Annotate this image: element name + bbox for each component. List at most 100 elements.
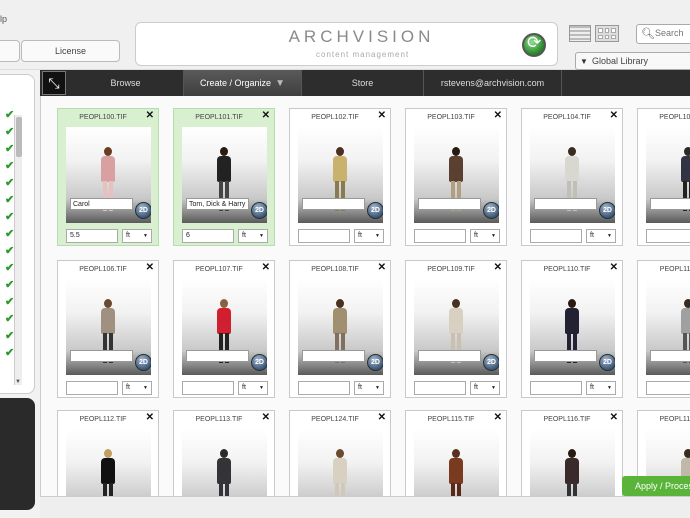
- asset-card[interactable]: PEOPL105.TIF ✕ 2D ft▼: [637, 108, 690, 246]
- asset-label-field[interactable]: [418, 198, 481, 210]
- close-icon[interactable]: ✕: [262, 262, 270, 273]
- size-input[interactable]: [530, 229, 582, 243]
- asset-card[interactable]: PEOPL100.TIF ✕ Carol 2D 5.5 ft ▼: [57, 108, 159, 246]
- asset-thumbnail[interactable]: 2D: [414, 127, 499, 223]
- scroll-down-icon[interactable]: ▼: [15, 379, 21, 385]
- size-input[interactable]: [182, 381, 234, 395]
- unit-select[interactable]: ft ▼: [354, 381, 384, 395]
- scrollbar-thumb[interactable]: [16, 117, 22, 157]
- asset-card[interactable]: PEOPL108.TIF ✕ 2D ft ▼: [289, 260, 391, 398]
- close-icon[interactable]: ✕: [378, 412, 386, 423]
- close-icon[interactable]: ✕: [610, 412, 618, 423]
- unit-select[interactable]: ft ▼: [470, 229, 500, 243]
- asset-card[interactable]: PEOPL111.TIF ✕ 2D ft▼: [637, 260, 690, 398]
- asset-card[interactable]: PEOPL115.TIF ✕: [405, 410, 507, 518]
- asset-card[interactable]: PEOPL102.TIF ✕ 2D ft ▼: [289, 108, 391, 246]
- close-icon[interactable]: ✕: [262, 412, 270, 423]
- 2d-badge-icon[interactable]: 2D: [251, 202, 267, 219]
- 2d-badge-icon[interactable]: 2D: [599, 354, 615, 371]
- 2d-badge-icon[interactable]: 2D: [367, 354, 383, 371]
- nav-account[interactable]: rstevens@archvision.com: [424, 70, 562, 96]
- unit-select[interactable]: ft ▼: [354, 229, 384, 243]
- asset-label-field[interactable]: [650, 198, 690, 210]
- asset-card[interactable]: PEOPL101.TIF ✕ Tom, Dick & Harry 2D 6 ft…: [173, 108, 275, 246]
- asset-thumbnail[interactable]: 2D: [530, 279, 615, 375]
- asset-card[interactable]: PEOPL110.TIF ✕ 2D ft ▼: [521, 260, 623, 398]
- asset-label-field[interactable]: [186, 350, 249, 362]
- asset-card[interactable]: PEOPL103.TIF ✕ 2D ft ▼: [405, 108, 507, 246]
- close-icon[interactable]: ✕: [378, 110, 386, 121]
- close-icon[interactable]: ✕: [262, 110, 270, 121]
- asset-card[interactable]: PEOPL116.TIF ✕: [521, 410, 623, 518]
- help-tab[interactable]: lp: [0, 14, 7, 24]
- unit-select[interactable]: ft ▼: [470, 381, 500, 395]
- close-icon[interactable]: ✕: [494, 262, 502, 273]
- asset-label-field[interactable]: [302, 350, 365, 362]
- asset-thumbnail[interactable]: 2D: [66, 279, 151, 375]
- asset-thumbnail[interactable]: 2D: [646, 279, 690, 375]
- apply-process-button[interactable]: Apply / Process: [622, 476, 690, 496]
- asset-card[interactable]: PEOPL113.TIF ✕: [173, 410, 275, 518]
- unit-select[interactable]: ft ▼: [586, 381, 616, 395]
- size-input[interactable]: [646, 229, 690, 243]
- asset-thumbnail[interactable]: 2D: [182, 279, 267, 375]
- asset-card[interactable]: PEOPL106.TIF ✕ 2D ft ▼: [57, 260, 159, 398]
- search-box[interactable]: 🔍︎: [636, 24, 690, 44]
- asset-card[interactable]: PEOPL124.TIF ✕: [289, 410, 391, 518]
- size-input[interactable]: [298, 381, 350, 395]
- expand-icon[interactable]: ⤡: [42, 71, 66, 95]
- size-input[interactable]: [530, 381, 582, 395]
- asset-thumbnail[interactable]: 2D: [298, 279, 383, 375]
- asset-thumbnail[interactable]: Tom, Dick & Harry 2D: [182, 127, 267, 223]
- close-icon[interactable]: ✕: [378, 262, 386, 273]
- close-icon[interactable]: ✕: [494, 412, 502, 423]
- size-input[interactable]: 6: [182, 229, 234, 243]
- unit-select[interactable]: ft ▼: [238, 381, 268, 395]
- left-scrollbar[interactable]: ▼: [14, 115, 22, 385]
- license-button[interactable]: License: [21, 40, 120, 62]
- asset-thumbnail[interactable]: 2D: [298, 127, 383, 223]
- asset-label-field[interactable]: [534, 350, 597, 362]
- unit-select[interactable]: ft ▼: [586, 229, 616, 243]
- asset-thumbnail[interactable]: Carol 2D: [66, 127, 151, 223]
- grid-view-icon[interactable]: [595, 25, 619, 42]
- asset-label-field[interactable]: [534, 198, 597, 210]
- asset-thumbnail[interactable]: 2D: [646, 127, 690, 223]
- 2d-badge-icon[interactable]: 2D: [483, 354, 499, 371]
- asset-label-field[interactable]: [418, 350, 481, 362]
- asset-card[interactable]: PEOPL112.TIF ✕: [57, 410, 159, 518]
- close-icon[interactable]: ✕: [146, 412, 154, 423]
- sync-icon[interactable]: [522, 33, 546, 57]
- size-input[interactable]: [414, 229, 466, 243]
- close-icon[interactable]: ✕: [146, 262, 154, 273]
- size-input[interactable]: 5.5: [66, 229, 118, 243]
- unit-select[interactable]: ft ▼: [122, 229, 152, 243]
- left-toolbar-button[interactable]: [0, 40, 20, 62]
- size-input[interactable]: [414, 381, 466, 395]
- asset-label-field[interactable]: Tom, Dick & Harry: [186, 198, 249, 210]
- asset-card[interactable]: PEOPL104.TIF ✕ 2D ft ▼: [521, 108, 623, 246]
- nav-store[interactable]: Store: [302, 70, 424, 96]
- 2d-badge-icon[interactable]: 2D: [135, 354, 151, 371]
- asset-thumbnail[interactable]: 2D: [414, 279, 499, 375]
- 2d-badge-icon[interactable]: 2D: [135, 202, 151, 219]
- 2d-badge-icon[interactable]: 2D: [251, 354, 267, 371]
- close-icon[interactable]: ✕: [494, 110, 502, 121]
- size-input[interactable]: [66, 381, 118, 395]
- close-icon[interactable]: ✕: [146, 110, 154, 121]
- library-dropdown[interactable]: ▼ Global Library: [575, 52, 690, 70]
- asset-thumbnail[interactable]: 2D: [530, 127, 615, 223]
- list-view-icon[interactable]: [569, 25, 591, 42]
- 2d-badge-icon[interactable]: 2D: [367, 202, 383, 219]
- nav-browse[interactable]: Browse: [68, 70, 184, 96]
- 2d-badge-icon[interactable]: 2D: [483, 202, 499, 219]
- size-input[interactable]: [298, 229, 350, 243]
- nav-create-organize[interactable]: Create / Organize ▼: [184, 70, 302, 96]
- unit-select[interactable]: ft ▼: [122, 381, 152, 395]
- unit-select[interactable]: ft ▼: [238, 229, 268, 243]
- search-input[interactable]: [655, 28, 690, 38]
- asset-label-field[interactable]: [650, 350, 690, 362]
- asset-card[interactable]: PEOPL107.TIF ✕ 2D ft ▼: [173, 260, 275, 398]
- asset-card[interactable]: PEOPL109.TIF ✕ 2D ft ▼: [405, 260, 507, 398]
- asset-label-field[interactable]: Carol: [70, 198, 133, 210]
